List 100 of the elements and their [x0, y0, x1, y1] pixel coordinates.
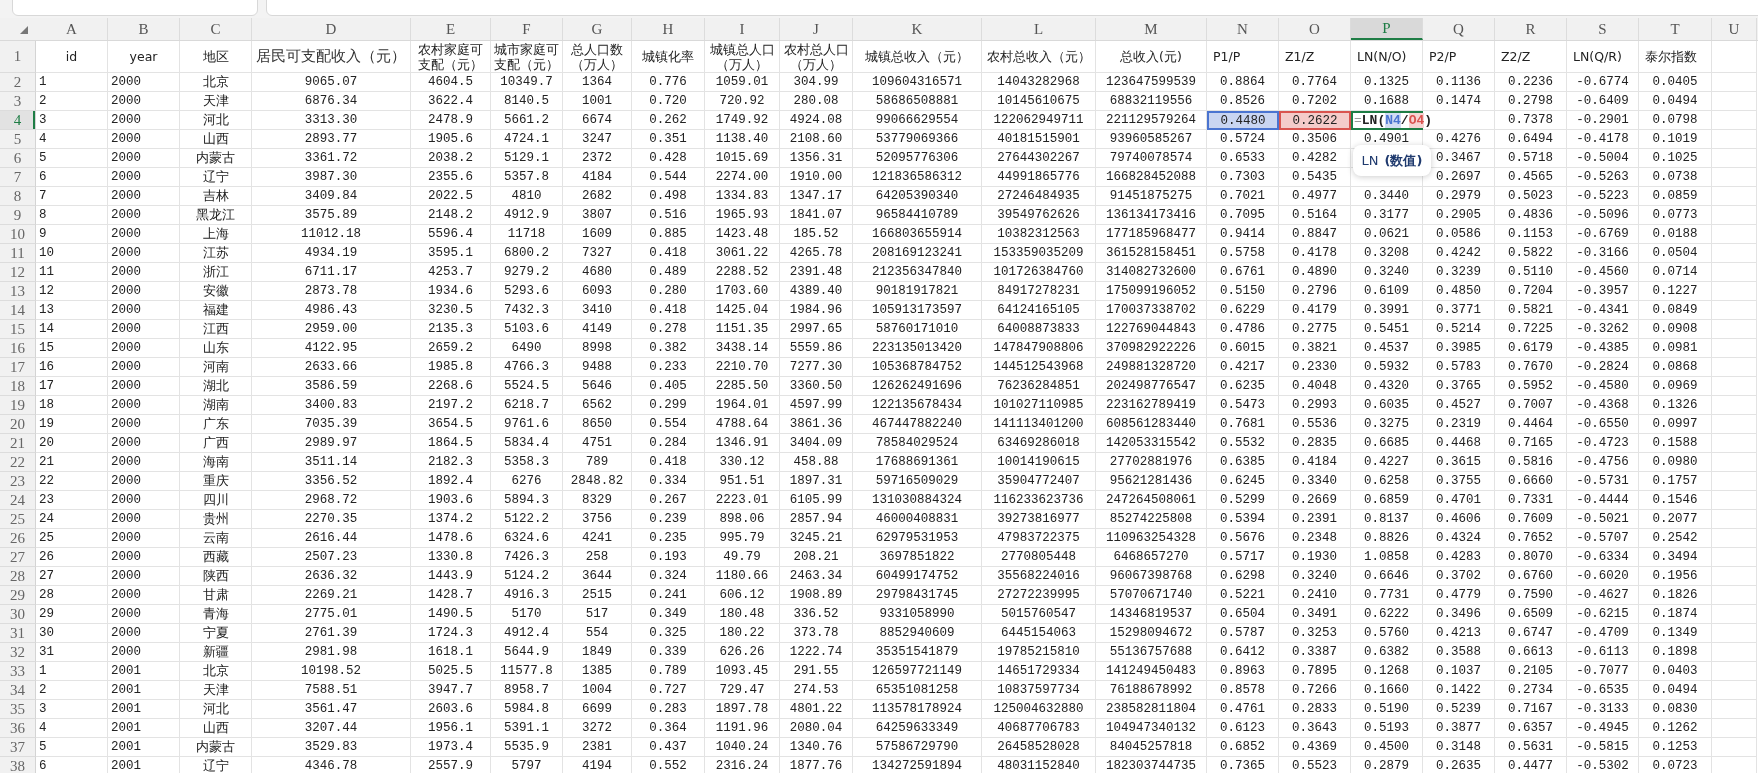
- table-cell: 64124165105: [982, 301, 1096, 320]
- row-number[interactable]: 20: [0, 415, 36, 434]
- column-header[interactable]: B: [108, 18, 180, 40]
- table-cell: 1356.31: [780, 149, 853, 168]
- row-number[interactable]: 35: [0, 700, 36, 719]
- column-header[interactable]: U: [1712, 18, 1757, 40]
- table-cell: 2000: [108, 529, 180, 548]
- column-header[interactable]: Q: [1423, 18, 1495, 40]
- row-number[interactable]: 3: [0, 92, 36, 111]
- table-cell: 0.1253: [1639, 738, 1712, 757]
- table-cell: 1180.66: [705, 567, 780, 586]
- table-cell: 40181515901: [982, 130, 1096, 149]
- column-header[interactable]: M: [1096, 18, 1207, 40]
- column-header[interactable]: I: [705, 18, 780, 40]
- table-cell: 2001: [108, 700, 180, 719]
- column-header[interactable]: C: [180, 18, 252, 40]
- column-header[interactable]: N: [1207, 18, 1279, 40]
- column-header[interactable]: D: [252, 18, 411, 40]
- row-number[interactable]: 10: [0, 225, 36, 244]
- row-number[interactable]: 24: [0, 491, 36, 510]
- table-header-cell: 总收入(元): [1096, 41, 1207, 73]
- table-cell: 96584410789: [853, 206, 982, 225]
- table-cell: 0.5718: [1495, 149, 1567, 168]
- row-number[interactable]: 25: [0, 510, 36, 529]
- table-cell: 4194: [563, 757, 632, 773]
- table-cell: 113578178924: [853, 700, 982, 719]
- table-cell: 2001: [108, 662, 180, 681]
- table-cell: 6711.17: [252, 263, 411, 282]
- column-header[interactable]: H: [632, 18, 705, 40]
- column-header[interactable]: F: [491, 18, 563, 40]
- column-header[interactable]: S: [1567, 18, 1639, 40]
- table-cell: 122135678434: [853, 396, 982, 415]
- table-cell: 0.6298: [1207, 567, 1279, 586]
- column-header[interactable]: P: [1351, 18, 1423, 40]
- row-number[interactable]: 19: [0, 396, 36, 415]
- row-number[interactable]: 37: [0, 738, 36, 757]
- column-header[interactable]: T: [1639, 18, 1712, 40]
- row-number[interactable]: 38: [0, 757, 36, 773]
- table-cell: 2000: [108, 586, 180, 605]
- column-header[interactable]: J: [780, 18, 853, 40]
- column-header[interactable]: G: [563, 18, 632, 40]
- row-number[interactable]: 2: [0, 73, 36, 92]
- table-cell: 2000: [108, 643, 180, 662]
- table-cell: 7426.3: [491, 548, 563, 567]
- column-header[interactable]: E: [411, 18, 491, 40]
- table-cell: 0.5394: [1207, 510, 1279, 529]
- row-number[interactable]: 4: [0, 111, 36, 130]
- table-cell: 3622.4: [411, 92, 491, 111]
- column-header[interactable]: A: [36, 18, 108, 40]
- table-cell: 11718: [491, 225, 563, 244]
- column-header[interactable]: L: [982, 18, 1096, 40]
- row-number[interactable]: 36: [0, 719, 36, 738]
- row-number[interactable]: 1: [0, 41, 36, 73]
- column-header[interactable]: R: [1495, 18, 1567, 40]
- row-number[interactable]: 7: [0, 168, 36, 187]
- row-number[interactable]: 31: [0, 624, 36, 643]
- row-number[interactable]: 26: [0, 529, 36, 548]
- table-cell: 8852940609: [853, 624, 982, 643]
- row-number[interactable]: 9: [0, 206, 36, 225]
- row-number[interactable]: 23: [0, 472, 36, 491]
- row-number[interactable]: 6: [0, 149, 36, 168]
- row-number[interactable]: 11: [0, 244, 36, 263]
- row-number[interactable]: 21: [0, 434, 36, 453]
- row-number[interactable]: 15: [0, 320, 36, 339]
- row-number[interactable]: 28: [0, 567, 36, 586]
- table-cell: 125004632880: [982, 700, 1096, 719]
- table-cell: 0.2319: [1423, 415, 1495, 434]
- table-cell: 宁夏: [180, 624, 252, 643]
- table-cell: 62979531953: [853, 529, 982, 548]
- table-cell: 6800.2: [491, 244, 563, 263]
- row-number[interactable]: 16: [0, 339, 36, 358]
- column-header[interactable]: K: [853, 18, 982, 40]
- row-number[interactable]: 30: [0, 605, 36, 624]
- table-cell: 2000: [108, 187, 180, 206]
- table-cell: 0.6258: [1351, 472, 1423, 491]
- row-number[interactable]: 32: [0, 643, 36, 662]
- row-number[interactable]: 27: [0, 548, 36, 567]
- table-cell: 0.437: [632, 738, 705, 757]
- row-number[interactable]: 18: [0, 377, 36, 396]
- table-cell: 170037338702: [1096, 301, 1207, 320]
- row-number[interactable]: 14: [0, 301, 36, 320]
- table-cell: 96067398768: [1096, 567, 1207, 586]
- row-number[interactable]: 22: [0, 453, 36, 472]
- row-number[interactable]: 17: [0, 358, 36, 377]
- cell-editor[interactable]: =LN(N4/O4): [1351, 112, 1433, 128]
- table-cell: 19785215810: [982, 643, 1096, 662]
- select-all-icon[interactable]: [20, 26, 28, 34]
- row-number[interactable]: 5: [0, 130, 36, 149]
- row-number[interactable]: 8: [0, 187, 36, 206]
- row-number[interactable]: 33: [0, 662, 36, 681]
- row-number[interactable]: 13: [0, 282, 36, 301]
- row-number[interactable]: 34: [0, 681, 36, 700]
- table-cell: 8998: [563, 339, 632, 358]
- table-cell: 0.6504: [1207, 605, 1279, 624]
- row-number[interactable]: 29: [0, 586, 36, 605]
- table-cell: -0.2824: [1567, 358, 1639, 377]
- row-number[interactable]: 12: [0, 263, 36, 282]
- table-cell: -0.4756: [1567, 453, 1639, 472]
- table-cell: 重庆: [180, 472, 252, 491]
- table-header-cell: 泰尔指数: [1639, 41, 1712, 73]
